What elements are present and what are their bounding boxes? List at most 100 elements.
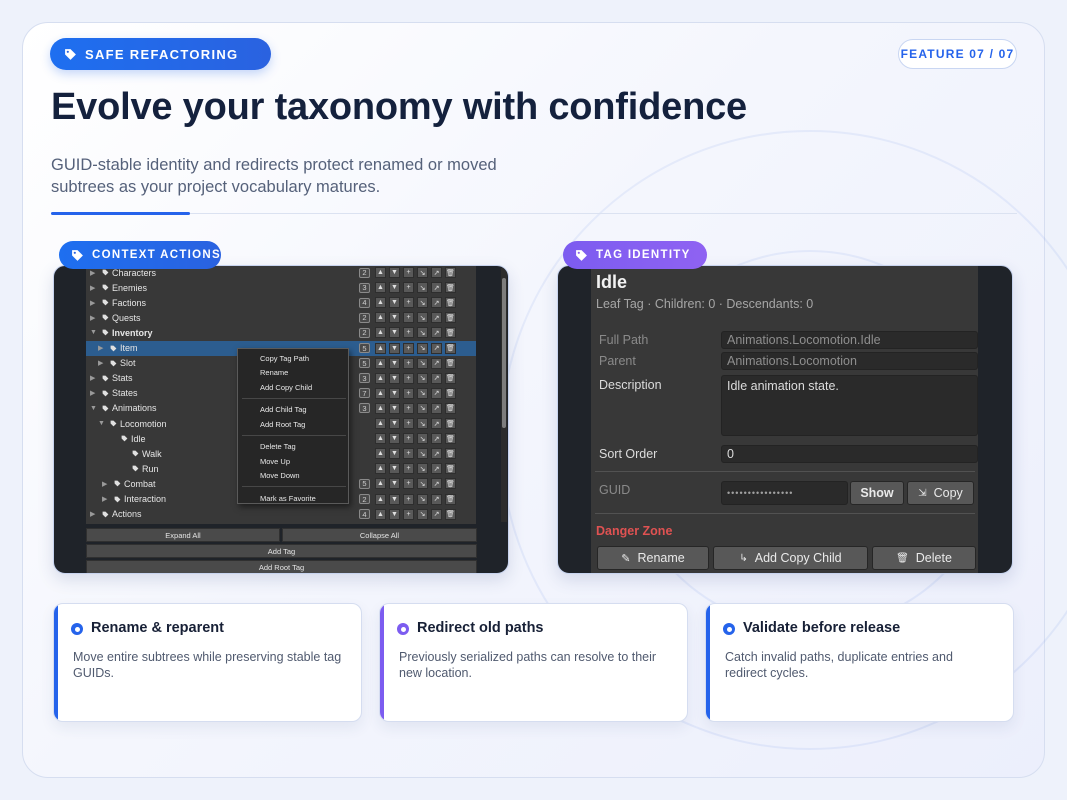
add-child-button[interactable]: + (403, 418, 414, 429)
reparent-button[interactable]: ↘ (417, 342, 428, 354)
add-child-button[interactable]: + (403, 342, 414, 354)
reparent-button[interactable]: ↘ (417, 448, 428, 460)
reparent-button[interactable]: ↘ (417, 508, 428, 520)
add-child-button[interactable]: + (403, 282, 414, 294)
add-child-button[interactable]: + (403, 478, 414, 490)
rename-icon-button[interactable]: ↗ (431, 508, 442, 520)
expand-arrow-icon[interactable]: ▶ (90, 284, 99, 292)
delete-icon-button[interactable]: 🗑 (445, 342, 456, 354)
move-up-button[interactable]: ▲ (375, 312, 386, 324)
add-child-button[interactable]: + (403, 327, 414, 339)
move-down-button[interactable]: ▼ (389, 433, 400, 445)
add-copy-child-button[interactable]: ↳ Add Copy Child (713, 546, 868, 570)
context-menu-item[interactable]: Add Copy Child (260, 383, 312, 392)
move-up-button[interactable]: ▲ (375, 418, 386, 429)
move-down-button[interactable]: ▼ (389, 342, 400, 354)
move-up-button[interactable]: ▲ (375, 342, 386, 354)
tree-row[interactable]: ▶ Actions 4 ▲ ▼ + ↘ ↗ 🗑 (86, 507, 476, 522)
rename-icon-button[interactable]: ↗ (431, 418, 442, 429)
reparent-button[interactable]: ↘ (417, 312, 428, 324)
delete-icon-button[interactable]: 🗑 (445, 327, 456, 339)
rename-icon-button[interactable]: ↗ (431, 357, 442, 369)
context-menu-item[interactable]: Move Down (260, 471, 300, 480)
delete-icon-button[interactable]: 🗑 (445, 267, 456, 278)
move-up-button[interactable]: ▲ (375, 463, 386, 475)
delete-icon-button[interactable]: 🗑 (445, 402, 456, 414)
reparent-button[interactable]: ↘ (417, 493, 428, 505)
rename-icon-button[interactable]: ↗ (431, 493, 442, 505)
move-down-button[interactable]: ▼ (389, 267, 400, 278)
rename-button[interactable]: ✎ Rename (597, 546, 709, 570)
reparent-button[interactable]: ↘ (417, 433, 428, 445)
expand-arrow-icon[interactable]: ▶ (102, 495, 111, 503)
rename-icon-button[interactable]: ↗ (431, 327, 442, 339)
collapse-all-button[interactable]: Collapse All (282, 528, 477, 542)
move-up-button[interactable]: ▲ (375, 327, 386, 339)
tree-row[interactable]: ▶ Factions 4 ▲ ▼ + ↘ ↗ 🗑 (86, 295, 476, 310)
rename-icon-button[interactable]: ↗ (431, 463, 442, 475)
reparent-button[interactable]: ↘ (417, 418, 428, 429)
delete-icon-button[interactable]: 🗑 (445, 282, 456, 294)
context-menu-item[interactable]: Move Up (260, 457, 290, 466)
add-child-button[interactable]: + (403, 357, 414, 369)
add-child-button[interactable]: + (403, 463, 414, 475)
sort-order-field[interactable]: 0 (721, 445, 978, 463)
rename-icon-button[interactable]: ↗ (431, 387, 442, 399)
expand-all-button[interactable]: Expand All (86, 528, 280, 542)
rename-icon-button[interactable]: ↗ (431, 282, 442, 294)
move-down-button[interactable]: ▼ (389, 418, 400, 429)
expand-arrow-icon[interactable]: ▶ (90, 269, 99, 277)
move-down-button[interactable]: ▼ (389, 297, 400, 309)
context-menu-item[interactable]: Add Root Tag (260, 420, 305, 429)
delete-button[interactable]: 🗑 Delete (872, 546, 976, 570)
delete-icon-button[interactable]: 🗑 (445, 418, 456, 429)
add-child-button[interactable]: + (403, 297, 414, 309)
rename-icon-button[interactable]: ↗ (431, 342, 442, 354)
move-down-button[interactable]: ▼ (389, 312, 400, 324)
move-down-button[interactable]: ▼ (389, 372, 400, 384)
reparent-button[interactable]: ↘ (417, 327, 428, 339)
delete-icon-button[interactable]: 🗑 (445, 478, 456, 490)
reparent-button[interactable]: ↘ (417, 282, 428, 294)
add-child-button[interactable]: + (403, 387, 414, 399)
add-child-button[interactable]: + (403, 402, 414, 414)
expand-arrow-icon[interactable]: ▶ (90, 314, 99, 322)
expand-arrow-icon[interactable]: ▶ (98, 359, 107, 367)
reparent-button[interactable]: ↘ (417, 267, 428, 278)
reparent-button[interactable]: ↘ (417, 463, 428, 475)
move-down-button[interactable]: ▼ (389, 402, 400, 414)
reparent-button[interactable]: ↘ (417, 402, 428, 414)
expand-arrow-icon[interactable]: ▼ (90, 405, 99, 412)
rename-icon-button[interactable]: ↗ (431, 402, 442, 414)
move-up-button[interactable]: ▲ (375, 387, 386, 399)
rename-icon-button[interactable]: ↗ (431, 478, 442, 490)
delete-icon-button[interactable]: 🗑 (445, 463, 456, 475)
delete-icon-button[interactable]: 🗑 (445, 508, 456, 520)
move-up-button[interactable]: ▲ (375, 282, 386, 294)
expand-arrow-icon[interactable]: ▶ (90, 374, 99, 382)
rename-icon-button[interactable]: ↗ (431, 297, 442, 309)
expand-arrow-icon[interactable]: ▶ (90, 510, 99, 518)
copy-guid-button[interactable]: ⇲ Copy (907, 481, 974, 505)
show-guid-button[interactable]: Show (850, 481, 904, 505)
expand-arrow-icon[interactable]: ▶ (90, 389, 99, 397)
rename-icon-button[interactable]: ↗ (431, 433, 442, 445)
move-up-button[interactable]: ▲ (375, 297, 386, 309)
rename-icon-button[interactable]: ↗ (431, 312, 442, 324)
reparent-button[interactable]: ↘ (417, 357, 428, 369)
tree-row[interactable]: ▶ Quests 2 ▲ ▼ + ↘ ↗ 🗑 (86, 310, 476, 325)
move-down-button[interactable]: ▼ (389, 448, 400, 460)
move-up-button[interactable]: ▲ (375, 508, 386, 520)
add-child-button[interactable]: + (403, 267, 414, 278)
add-child-button[interactable]: + (403, 312, 414, 324)
tree-row[interactable]: ▼ Inventory 2 ▲ ▼ + ↘ ↗ 🗑 (86, 325, 476, 340)
expand-arrow-icon[interactable]: ▶ (90, 299, 99, 307)
move-up-button[interactable]: ▲ (375, 372, 386, 384)
expand-arrow-icon[interactable]: ▶ (102, 480, 111, 488)
expand-arrow-icon[interactable]: ▶ (98, 344, 107, 352)
expand-arrow-icon[interactable]: ▼ (98, 420, 107, 427)
move-up-button[interactable]: ▲ (375, 433, 386, 445)
context-menu-item[interactable]: Delete Tag (260, 442, 296, 451)
move-up-button[interactable]: ▲ (375, 493, 386, 505)
move-down-button[interactable]: ▼ (389, 463, 400, 475)
